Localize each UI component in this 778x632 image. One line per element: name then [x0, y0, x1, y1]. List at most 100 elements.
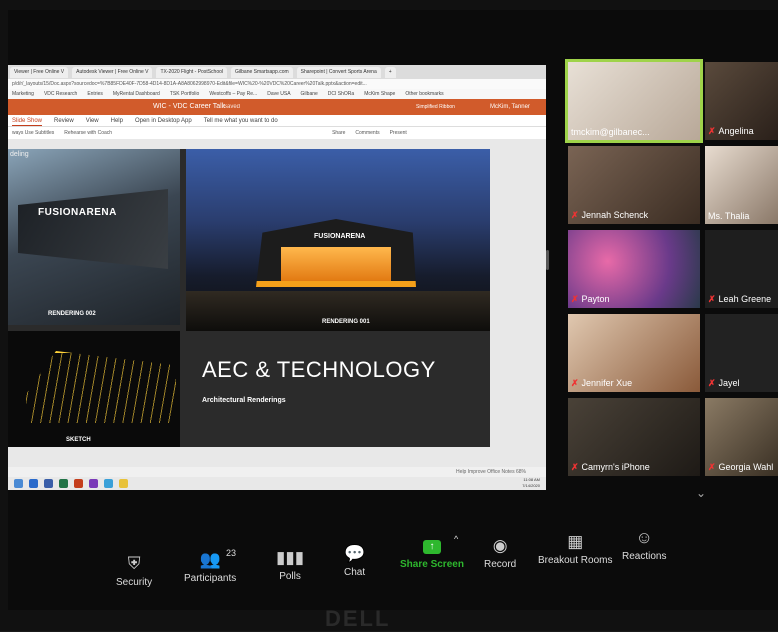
- share-screen-button[interactable]: ↑ Share Screen: [400, 540, 464, 570]
- muted-mic-icon: ✗: [571, 294, 579, 304]
- folder-icon[interactable]: [119, 479, 128, 488]
- bookmark[interactable]: Entries: [87, 89, 103, 99]
- split-view-handle[interactable]: [546, 250, 549, 270]
- explorer-icon[interactable]: [29, 479, 38, 488]
- tell-me-search[interactable]: Tell me what you want to do: [204, 115, 278, 126]
- bookmark[interactable]: DCI ShORa: [328, 89, 354, 99]
- chat-icon: 💬: [344, 544, 366, 563]
- participant-name: ✗ Leah Greene: [708, 294, 772, 304]
- polls-button[interactable]: ▮▮▮ Polls: [276, 548, 304, 582]
- open-desktop-app-button[interactable]: Open in Desktop App: [135, 115, 192, 126]
- arena-logo: FUSIONARENA: [38, 207, 117, 218]
- bookmarks-bar: Marketing VDC Research Entries MyRental …: [8, 89, 546, 99]
- participant-tile[interactable]: ✗ Jennah Schenck: [568, 146, 700, 224]
- excel-icon[interactable]: [59, 479, 68, 488]
- share-options-caret[interactable]: ^: [454, 534, 458, 544]
- new-tab-button[interactable]: +: [384, 66, 396, 78]
- slide-text-block: AEC & TECHNOLOGY Architectural Rendering…: [186, 335, 490, 447]
- subtitles-option[interactable]: ways Use Subtitles: [12, 127, 54, 139]
- bookmark[interactable]: Westcoffs – Pay Re...: [209, 89, 257, 99]
- sketch-image: SKETCH: [8, 331, 180, 447]
- tab-slide-show[interactable]: Slide Show: [12, 115, 43, 126]
- zoom-window: Viewer | Free Online V Autodesk Viewer |…: [8, 10, 778, 610]
- browser-tab[interactable]: TX-2020 Flight - PostSchool: [156, 66, 228, 78]
- user-name[interactable]: McKim, Tanner: [490, 99, 530, 115]
- reactions-button[interactable]: ☺ Reactions: [622, 528, 666, 562]
- bookmark[interactable]: Marketing: [12, 89, 34, 99]
- rendering-002-caption: RENDERING 002: [48, 311, 96, 317]
- polls-icon: ▮▮▮: [276, 548, 305, 567]
- browser-tab[interactable]: Autodesk Viewer | Free Online V: [72, 66, 153, 78]
- rendering-001-image: FUSIONARENA RENDERING 001: [186, 149, 490, 331]
- security-label: Security: [116, 577, 153, 588]
- chat-button[interactable]: 💬 Chat: [344, 544, 365, 578]
- muted-mic-icon: ✗: [571, 210, 579, 220]
- bookmark[interactable]: Gilbane: [301, 89, 318, 99]
- chat-label: Chat: [344, 567, 366, 578]
- comments-button[interactable]: Comments: [355, 127, 379, 139]
- tab-view[interactable]: View: [86, 115, 99, 126]
- ribbon-commands: ways Use Subtitles Rehearse with Coach S…: [8, 127, 546, 139]
- rehearse-button[interactable]: Rehearse with Coach: [64, 127, 112, 139]
- ppt-title-bar: WIC - VDC Career Talk Saved Simplified R…: [8, 99, 546, 115]
- participant-tile[interactable]: ✗ Jayel: [705, 314, 778, 392]
- tab-review[interactable]: Review: [54, 115, 74, 126]
- browser-icon[interactable]: [14, 479, 23, 488]
- browser-tab[interactable]: Sharepoint | Convert Sports Arena: [296, 66, 381, 78]
- grid-icon: ▦: [567, 532, 584, 551]
- bookmark[interactable]: VDC Research: [44, 89, 77, 99]
- browser-tab[interactable]: Viewer | Free Online V: [10, 66, 69, 78]
- chevron-down-icon[interactable]: ⌄: [696, 486, 706, 500]
- participant-tile[interactable]: ✗ Georgia Wahl: [705, 398, 778, 476]
- muted-mic-icon: ✗: [571, 378, 579, 388]
- participant-name: ✗ Payton: [571, 294, 610, 304]
- record-label: Record: [484, 559, 517, 570]
- participant-name: tmckim@gilbanec...: [571, 127, 650, 137]
- plaza-crowd: [186, 291, 490, 331]
- present-button[interactable]: Present: [390, 127, 407, 139]
- simplified-ribbon-toggle[interactable]: Simplified Ribbon: [416, 99, 455, 115]
- building-shape: [18, 189, 168, 269]
- arena-glass-facade: [281, 247, 391, 281]
- record-button[interactable]: ◉ Record: [484, 536, 516, 570]
- participant-tile[interactable]: ✗ Angelina: [705, 62, 778, 140]
- word-icon[interactable]: [44, 479, 53, 488]
- participant-tile[interactable]: tmckim@gilbanec...: [565, 59, 703, 143]
- document-title: WIC - VDC Career Talk: [153, 103, 226, 110]
- bookmark[interactable]: Dave USA: [267, 89, 290, 99]
- smiley-icon: ☺: [635, 528, 653, 547]
- sketch-wireframe: [26, 351, 176, 423]
- system-clock[interactable]: 11:08 AM 7/14/2020: [522, 477, 540, 489]
- bookmark[interactable]: McKim Shape: [364, 89, 395, 99]
- save-status: Saved: [223, 104, 241, 110]
- browser-tab-bar: Viewer | Free Online V Autodesk Viewer |…: [8, 65, 546, 79]
- participant-tile[interactable]: ✗ Leah Greene: [705, 230, 778, 308]
- zoom-icon[interactable]: [104, 479, 113, 488]
- participant-name: ✗ Camyrn's iPhone: [571, 462, 650, 472]
- browser-tab[interactable]: Gilbane Smartsapp.com: [231, 66, 293, 78]
- chevron-up-icon: ^: [454, 534, 459, 544]
- bookmark[interactable]: TSK Portfolio: [170, 89, 199, 99]
- participant-tile[interactable]: ✗ Payton: [568, 230, 700, 308]
- participant-tile[interactable]: ✗ Camyrn's iPhone: [568, 398, 700, 476]
- participant-tile[interactable]: Ms. Thalia: [705, 146, 778, 224]
- ribbon-tabs: Slide Show Review View Help Open in Desk…: [8, 115, 546, 127]
- participant-tile[interactable]: ✗ Jennifer Xue: [568, 314, 700, 392]
- tab-help[interactable]: Help: [111, 115, 123, 126]
- muted-mic-icon: ✗: [708, 294, 716, 304]
- powerpoint-icon[interactable]: [74, 479, 83, 488]
- participant-name: ✗ Georgia Wahl: [708, 462, 774, 472]
- share-button[interactable]: Share: [332, 127, 345, 139]
- slide: deling FUSIONARENA RENDERING 002 SKETCH …: [8, 149, 490, 447]
- bookmark[interactable]: MyRental Dashboard: [113, 89, 160, 99]
- security-button[interactable]: ⛨ Security: [116, 554, 152, 588]
- muted-mic-icon: ✗: [708, 378, 716, 388]
- onenote-icon[interactable]: [89, 479, 98, 488]
- address-bar[interactable]: p/d/r/_layouts/15/Doc.aspx?sourcedoc=%7B…: [8, 79, 546, 89]
- ppt-status-bar: Help Improve Office Notes 68%: [8, 467, 546, 477]
- bookmark[interactable]: Other bookmarks: [405, 89, 443, 99]
- breakout-label: Breakout Rooms: [538, 555, 613, 566]
- participant-name: Ms. Thalia: [708, 211, 750, 221]
- breakout-rooms-button[interactable]: ▦ Breakout Rooms: [538, 532, 612, 566]
- meeting-toolbar: ⛨ Security 👥 Participants 23 ▮▮▮ Polls 💬…: [8, 510, 778, 610]
